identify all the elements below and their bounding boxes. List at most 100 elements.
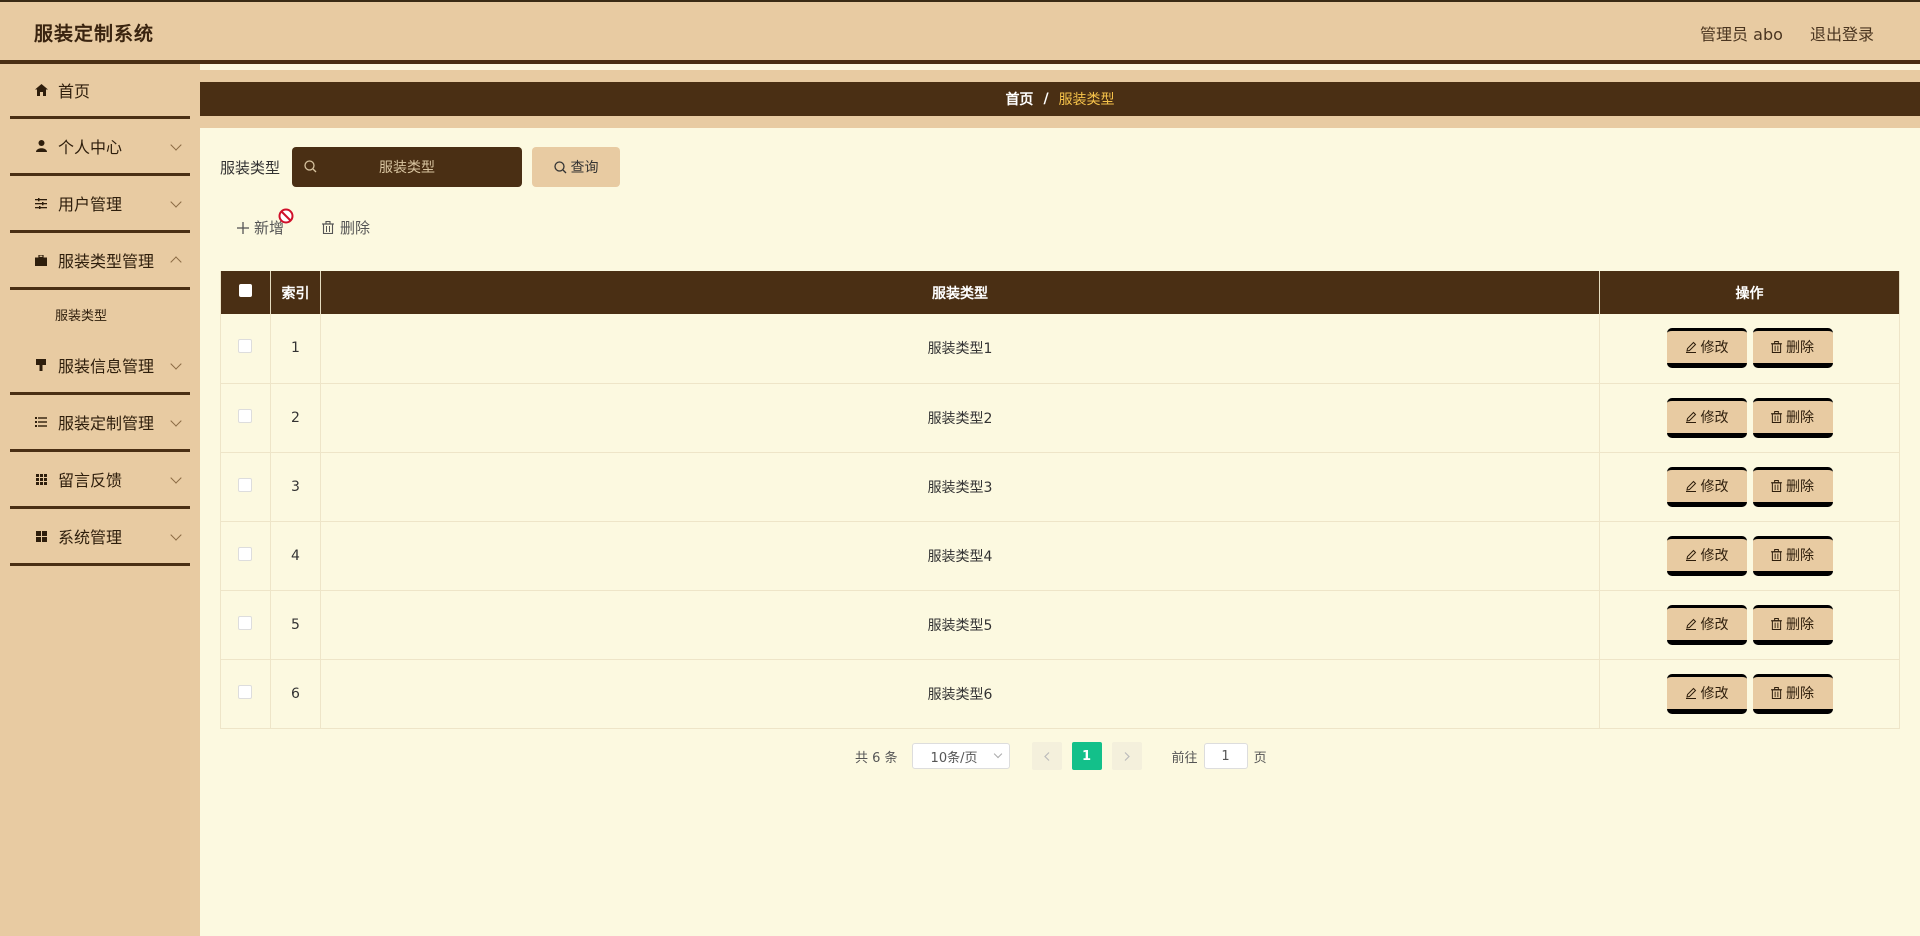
row-checkbox[interactable] [238, 684, 253, 699]
query-button[interactable]: 查询 [532, 147, 621, 187]
delete-button[interactable]: 删除 [1752, 328, 1833, 369]
page-size-select[interactable]: 10条/页 [911, 743, 1010, 769]
sidebar-item-label: 服装类型管理 [58, 252, 155, 271]
goto-page-input[interactable]: 1 [1203, 743, 1248, 769]
user-label[interactable]: 管理员 abo [1700, 25, 1783, 44]
sidebar-item-customization-mgmt[interactable]: 服装定制管理 [10, 395, 190, 452]
edit-icon [1685, 342, 1696, 354]
chevron-down-icon [170, 472, 182, 484]
chevron-down-icon [170, 196, 182, 208]
sidebar-item-label: 首页 [58, 82, 91, 101]
select-all-checkbox[interactable] [238, 284, 252, 297]
search-row: 服装类型 服装类型 查询 [220, 147, 621, 187]
plus-icon [237, 221, 249, 234]
page-suffix: 页 [1253, 750, 1267, 766]
page-size-value: 10条/页 [930, 750, 978, 766]
breadcrumb-bar: 首页 / 服装类型 [200, 70, 1920, 128]
chevron-down-icon [170, 415, 182, 427]
main-content: 服装类型 服装类型 查询 新增 删除 索引 服装类型 操作 1 服装类型1 修改… [200, 128, 1920, 936]
row-checkbox[interactable] [238, 546, 253, 561]
row-checkbox[interactable] [238, 408, 253, 423]
edit-button[interactable]: 修改 [1666, 397, 1747, 438]
row-checkbox[interactable] [238, 339, 253, 354]
next-page-button[interactable] [1111, 742, 1142, 770]
row-index: 3 [270, 452, 321, 521]
action-row: 新增 删除 [237, 208, 408, 238]
row-index: 5 [270, 590, 321, 659]
home-icon [34, 83, 48, 97]
page-number-current[interactable]: 1 [1071, 742, 1102, 770]
edit-icon [1685, 411, 1696, 423]
trash-icon [1771, 479, 1783, 492]
edit-button[interactable]: 修改 [1666, 604, 1747, 645]
top-bar: 服装定制系统 管理员 abo 退出登录 [0, 0, 1920, 64]
edit-button[interactable]: 修改 [1666, 466, 1747, 507]
edit-button-label: 修改 [1700, 409, 1729, 426]
header-index: 索引 [270, 271, 321, 314]
sidebar-item-clothing-info-mgmt[interactable]: 服装信息管理 [10, 338, 190, 395]
prev-page-button[interactable] [1031, 742, 1062, 770]
search-input[interactable]: 服装类型 [292, 147, 523, 187]
delete-button[interactable]: 删除 [1752, 604, 1833, 645]
delete-button[interactable]: 删除 [1752, 673, 1833, 714]
sidebar-subitem-clothing-type[interactable]: 服装类型 [10, 290, 190, 338]
brush-icon [34, 358, 48, 372]
row-checkbox[interactable] [238, 477, 253, 492]
row-ops: 修改 删除 [1599, 590, 1900, 659]
delete-button[interactable]: 删除 [1752, 535, 1833, 576]
select-all-cell [220, 271, 271, 314]
edit-button-label: 修改 [1700, 340, 1729, 357]
header-ops: 操作 [1599, 271, 1900, 314]
edit-button[interactable]: 修改 [1666, 673, 1747, 714]
chevron-down-icon [170, 358, 182, 370]
sidebar-item-home[interactable]: 首页 [10, 64, 190, 119]
breadcrumb-current: 服装类型 [1058, 92, 1115, 108]
row-index: 2 [270, 383, 321, 452]
sidebar-item-label: 留言反馈 [58, 471, 123, 490]
trash-icon [1771, 341, 1783, 354]
search-placeholder: 服装类型 [379, 160, 436, 176]
sidebar-item-label: 服装定制管理 [58, 414, 155, 433]
breadcrumb-home[interactable]: 首页 [1005, 89, 1033, 109]
row-type: 服装类型4 [320, 521, 1601, 590]
sidebar-item-users[interactable]: 用户管理 [10, 176, 190, 233]
sidebar-item-feedback[interactable]: 留言反馈 [10, 452, 190, 509]
sidebar-item-label: 系统管理 [58, 528, 123, 547]
bulk-delete-button[interactable]: 删除 [322, 217, 370, 238]
edit-button[interactable]: 修改 [1666, 535, 1747, 576]
trash-icon [1771, 548, 1783, 561]
sidebar-item-personal[interactable]: 个人中心 [10, 119, 190, 176]
row-checkbox[interactable] [238, 615, 253, 630]
sidebar-item-label: 服装信息管理 [58, 357, 155, 376]
row-ops: 修改 删除 [1599, 383, 1900, 452]
user-icon [34, 139, 48, 153]
trash-icon [1771, 410, 1783, 423]
breadcrumb-separator: / [1043, 91, 1049, 107]
row-type: 服装类型5 [320, 590, 1601, 659]
trash-icon [322, 221, 335, 234]
table-row: 2 服装类型2 修改 删除 [220, 383, 1900, 452]
row-select-cell [220, 314, 271, 383]
table-row: 3 服装类型3 修改 删除 [220, 452, 1900, 521]
header-type: 服装类型 [320, 271, 1601, 314]
user-area: 管理员 abo 退出登录 [1678, 21, 1874, 45]
chevron-down-icon [170, 529, 182, 541]
row-index: 6 [270, 659, 321, 728]
row-index: 1 [270, 314, 321, 383]
delete-button[interactable]: 删除 [1752, 466, 1833, 507]
pagination: 共 6 条 10条/页 1 前往 1 页 [855, 742, 1267, 770]
chevron-down-icon [170, 139, 182, 151]
breadcrumb: 首页 / 服装类型 [200, 82, 1920, 116]
query-button-label: 查询 [570, 160, 599, 176]
row-type: 服装类型2 [320, 383, 1601, 452]
data-table: 索引 服装类型 操作 1 服装类型1 修改 删除 2 服装类型2 修改 删除 3 服装类型3 修改删… [220, 271, 1900, 729]
row-select-cell [220, 659, 271, 728]
row-select-cell [220, 521, 271, 590]
edit-button[interactable]: 修改 [1666, 328, 1747, 369]
logout-link[interactable]: 退出登录 [1810, 25, 1874, 44]
delete-button[interactable]: 删除 [1752, 397, 1833, 438]
sidebar-item-clothing-type-mgmt[interactable]: 服装类型管理 [10, 233, 190, 290]
add-button[interactable]: 新增 [237, 208, 294, 238]
sidebar-item-system[interactable]: 系统管理 [10, 509, 190, 566]
delete-button-label: 删除 [1786, 685, 1815, 702]
